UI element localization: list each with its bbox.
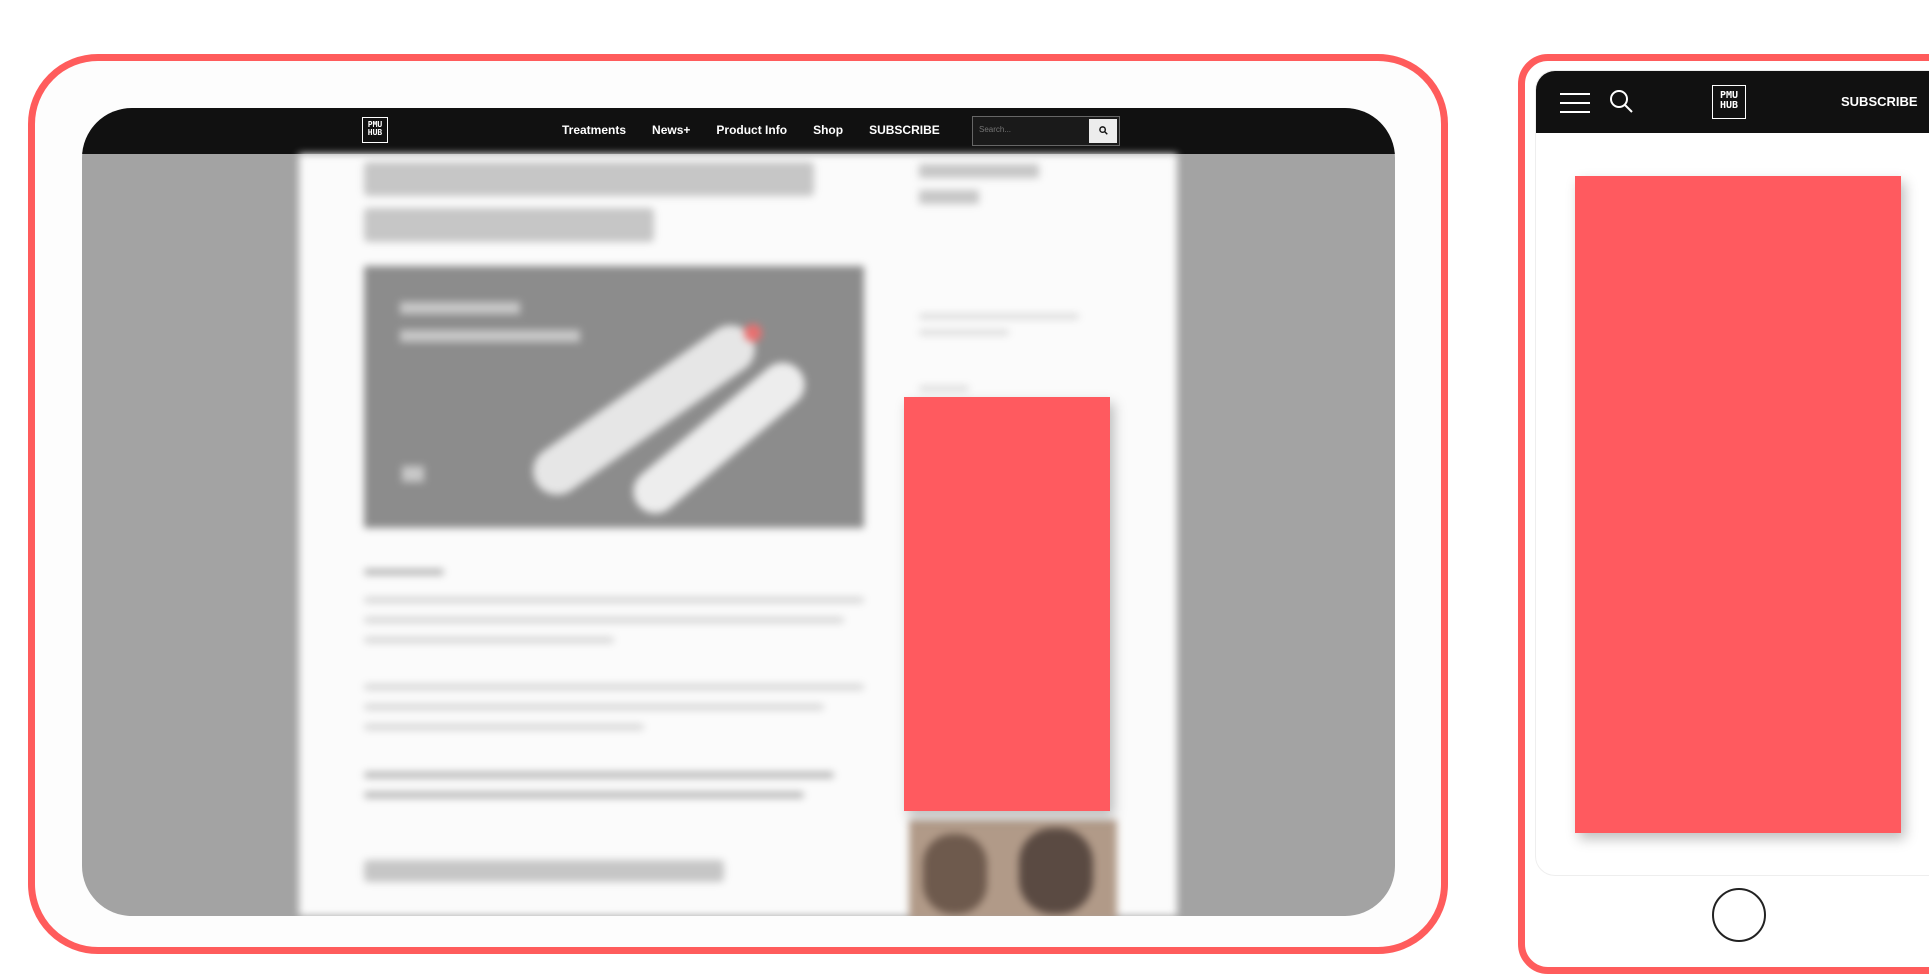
search-button[interactable] <box>1089 119 1117 143</box>
blurred-text-line <box>364 792 804 798</box>
blurred-sidebar-line <box>919 386 969 391</box>
hero-logo-mark <box>402 466 424 482</box>
blurred-text-line <box>364 724 644 730</box>
search-icon[interactable] <box>1608 88 1634 114</box>
nav-link-subscribe[interactable]: SUBSCRIBE <box>869 123 940 137</box>
search-input[interactable] <box>979 125 1079 134</box>
mobile-ad-placement <box>1575 176 1901 833</box>
blurred-sidebar-line <box>919 330 1009 335</box>
pmu-hub-logo[interactable]: PMU HUB <box>362 117 388 143</box>
blurred-byline <box>364 569 444 575</box>
desktop-nav-links: Treatments News+ Product Info Shop SUBSC… <box>562 123 940 137</box>
blurred-text-line <box>364 704 824 710</box>
hamburger-icon[interactable] <box>1560 93 1590 113</box>
blurred-text-line <box>364 597 864 603</box>
blurred-sidebar-photo <box>909 820 1117 916</box>
desktop-screen: PMU HUB Treatments News+ Product Info Sho… <box>82 108 1395 916</box>
blurred-sidebar-line <box>919 314 1079 319</box>
blurred-text-line <box>364 684 864 690</box>
blurred-sub-heading <box>364 860 724 882</box>
mobile-nav-bar: PMU HUB SUBSCRIBE <box>1536 71 1929 133</box>
nav-link-treatments[interactable]: Treatments <box>562 123 626 137</box>
blurred-text-line <box>364 617 844 623</box>
nav-link-shop[interactable]: Shop <box>813 123 843 137</box>
blurred-text-line <box>364 637 614 643</box>
blurred-hero-image <box>364 266 864 528</box>
nav-link-news[interactable]: News+ <box>652 123 690 137</box>
blurred-sidebar-title <box>919 164 1059 204</box>
nav-link-product-info[interactable]: Product Info <box>716 123 787 137</box>
search-icon <box>1098 126 1108 135</box>
phone-screen: PMU HUB SUBSCRIBE <box>1535 70 1929 876</box>
blurred-text-line <box>364 772 834 778</box>
needle-tip-graphic <box>744 324 762 342</box>
pmu-hub-logo[interactable]: PMU HUB <box>1712 85 1746 119</box>
home-button-icon[interactable] <box>1712 888 1766 942</box>
mobile-subscribe-link[interactable]: SUBSCRIBE <box>1841 94 1918 109</box>
blurred-article-title <box>364 162 824 242</box>
desktop-search-box <box>972 116 1120 146</box>
hero-image-caption <box>400 302 600 342</box>
desktop-nav-bar: PMU HUB Treatments News+ Product Info Sho… <box>82 108 1395 154</box>
desktop-ad-placement <box>904 397 1110 811</box>
